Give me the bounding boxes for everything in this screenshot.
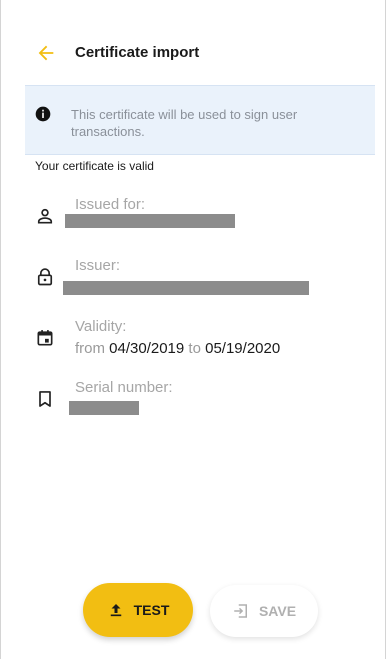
certificate-status: Your certificate is valid [35, 159, 154, 173]
issuer-label: Issuer: [75, 257, 121, 274]
info-banner-text: This certificate will be used to sign us… [71, 107, 298, 139]
calendar-icon [37, 330, 53, 346]
info-banner: This certificate will be used to sign us… [25, 85, 375, 155]
serial-number-value-redacted [69, 401, 139, 415]
bookmark-icon [39, 391, 51, 407]
screen: Certificate import This certificate will… [0, 0, 386, 659]
validity-from-word: from [75, 340, 105, 357]
validity-to-word: to [188, 340, 201, 357]
serial-number-label: Serial number: [75, 379, 173, 396]
validity-range: from 04/30/2019 to 05/19/2020 [75, 340, 280, 357]
issued-for-value-redacted [65, 214, 235, 228]
issuer-value-redacted [63, 281, 309, 295]
save-button[interactable]: SAVE [210, 585, 318, 637]
validity-label: Validity: [75, 318, 127, 335]
arrow-left-icon[interactable] [35, 42, 57, 64]
validity-from-date: 04/30/2019 [109, 340, 185, 357]
upload-icon [110, 604, 121, 617]
person-icon [37, 208, 53, 224]
test-button[interactable]: TEST [83, 583, 193, 637]
app-header: Certificate import [1, 0, 386, 84]
info-icon [35, 106, 51, 122]
import-icon [234, 604, 247, 618]
validity-to-date: 05/19/2020 [205, 340, 281, 357]
issued-for-label: Issued for: [75, 196, 146, 213]
test-button-label: TEST [133, 602, 170, 618]
page-title: Certificate import [75, 44, 200, 61]
save-button-label: SAVE [258, 603, 297, 619]
lock-icon [37, 268, 53, 286]
